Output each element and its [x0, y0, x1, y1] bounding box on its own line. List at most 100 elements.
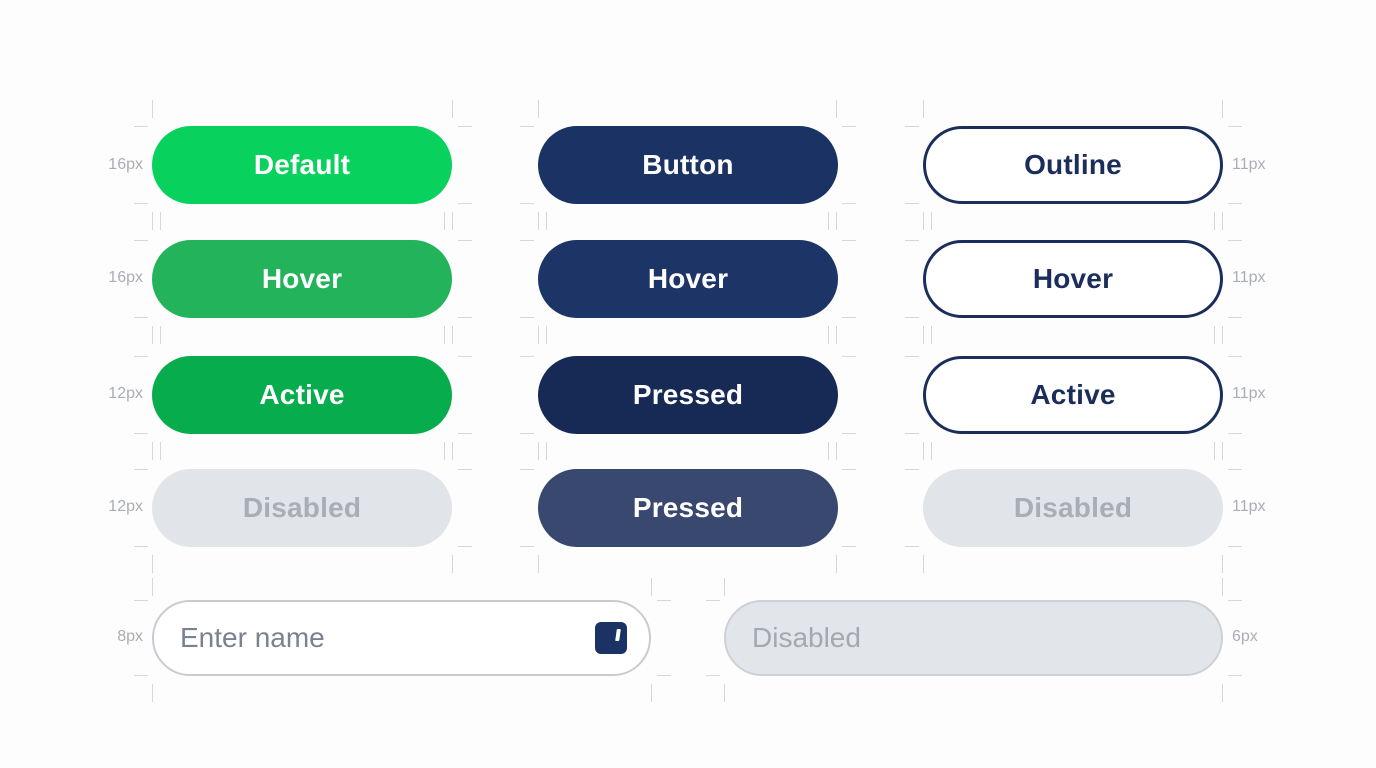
guide-tick	[546, 442, 547, 460]
guide-tick	[1228, 600, 1242, 601]
size-label-right-row-2: 11px	[1232, 269, 1266, 286]
guide-tick	[724, 684, 725, 702]
guide-tick	[923, 212, 924, 230]
guide-tick	[458, 203, 472, 204]
guide-tick	[1228, 546, 1242, 547]
guide-tick	[842, 356, 856, 357]
guide-tick	[520, 356, 534, 357]
outline-default-button[interactable]: Outline	[923, 126, 1223, 204]
guide-tick	[134, 203, 148, 204]
guide-tick	[520, 240, 534, 241]
guide-tick	[538, 326, 539, 344]
name-input[interactable]: Enter name	[152, 600, 651, 676]
green-default-button[interactable]: Default	[152, 126, 452, 204]
guide-tick	[160, 212, 161, 230]
guide-tick	[836, 326, 837, 344]
guide-tick	[520, 433, 534, 434]
guide-tick	[152, 326, 153, 344]
guide-tick	[905, 469, 919, 470]
guide-tick	[458, 469, 472, 470]
guide-tick	[1222, 100, 1223, 118]
guide-tick	[134, 546, 148, 547]
disabled-input-placeholder: Disabled	[752, 622, 861, 653]
guide-tick	[458, 356, 472, 357]
guide-tick	[546, 326, 547, 344]
guide-tick	[905, 203, 919, 204]
guide-tick	[923, 100, 924, 118]
guide-tick	[706, 675, 720, 676]
guide-tick	[828, 212, 829, 230]
outline-disabled-button: Disabled	[923, 469, 1223, 547]
guide-tick	[842, 203, 856, 204]
guide-tick	[828, 326, 829, 344]
disabled-input: Disabled	[724, 600, 1223, 676]
guide-tick	[520, 203, 534, 204]
size-label-input: 8px	[117, 628, 143, 645]
guide-tick	[134, 433, 148, 434]
guide-tick	[657, 600, 671, 601]
guide-tick	[520, 546, 534, 547]
guide-tick	[520, 317, 534, 318]
guide-tick	[458, 240, 472, 241]
navy-hover-button[interactable]: Hover	[538, 240, 838, 318]
guide-tick	[452, 555, 453, 573]
guide-tick	[152, 555, 153, 573]
guide-tick	[842, 433, 856, 434]
size-label-row-4: 12px	[108, 498, 143, 515]
guide-tick	[152, 100, 153, 118]
outline-hover-button[interactable]: Hover	[923, 240, 1223, 318]
guide-tick	[520, 469, 534, 470]
size-label-right-row-1: 11px	[1232, 156, 1266, 173]
guide-tick	[444, 326, 445, 344]
green-active-button[interactable]: Active	[152, 356, 452, 434]
green-hover-button[interactable]: Hover	[152, 240, 452, 318]
guide-tick	[905, 546, 919, 547]
guide-tick	[1228, 469, 1242, 470]
navy-default-button[interactable]: Button	[538, 126, 838, 204]
guide-tick	[724, 578, 725, 596]
guide-tick	[923, 442, 924, 460]
guide-tick	[905, 317, 919, 318]
guide-tick	[923, 555, 924, 573]
guide-tick	[452, 326, 453, 344]
guide-tick	[546, 212, 547, 230]
guide-tick	[160, 326, 161, 344]
guide-tick	[1222, 684, 1223, 702]
size-label-right-row-3: 11px	[1232, 385, 1266, 402]
guide-tick	[931, 442, 932, 460]
guide-tick	[836, 212, 837, 230]
guide-tick	[905, 356, 919, 357]
guide-tick	[1222, 212, 1223, 230]
size-label-right-input: 6px	[1232, 628, 1258, 645]
guide-tick	[538, 442, 539, 460]
guide-tick	[905, 126, 919, 127]
guide-tick	[458, 433, 472, 434]
guide-tick	[458, 546, 472, 547]
guide-tick	[1228, 317, 1242, 318]
guide-tick	[931, 326, 932, 344]
guide-tick	[842, 317, 856, 318]
navy-pressed-button[interactable]: Pressed	[538, 356, 838, 434]
guide-tick	[923, 326, 924, 344]
guide-tick	[651, 578, 652, 596]
guide-tick	[452, 442, 453, 460]
size-label-row-1: 16px	[108, 156, 143, 173]
guide-tick	[538, 100, 539, 118]
guide-tick	[444, 442, 445, 460]
guide-tick	[1214, 326, 1215, 344]
guide-tick	[152, 684, 153, 702]
document-icon[interactable]	[595, 622, 627, 654]
name-input-placeholder: Enter name	[180, 622, 325, 653]
size-label-row-3: 12px	[108, 385, 143, 402]
guide-tick	[134, 126, 148, 127]
guide-tick	[134, 675, 148, 676]
guide-tick	[905, 433, 919, 434]
guide-tick	[458, 317, 472, 318]
navy-pressed-light-button[interactable]: Pressed	[538, 469, 838, 547]
guide-tick	[842, 546, 856, 547]
guide-tick	[905, 240, 919, 241]
guide-tick	[1228, 203, 1242, 204]
outline-active-button[interactable]: Active	[923, 356, 1223, 434]
size-label-right-row-4: 11px	[1232, 498, 1266, 515]
guide-tick	[931, 212, 932, 230]
